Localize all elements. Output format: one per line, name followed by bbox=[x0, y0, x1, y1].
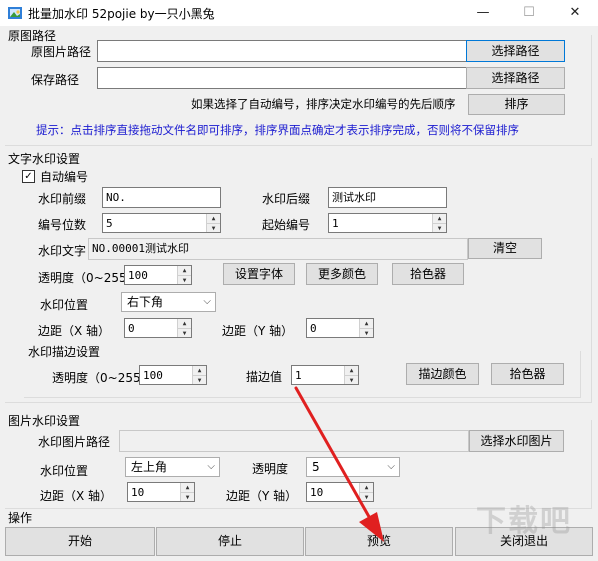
annotation-arrow bbox=[294, 386, 384, 542]
site-watermark: 下载吧 bbox=[476, 504, 572, 539]
app-window: 批量加水印 52pojie by一只小黑兔 — ☐ ✕ 原图路径 原图片路径 选… bbox=[0, 0, 598, 561]
